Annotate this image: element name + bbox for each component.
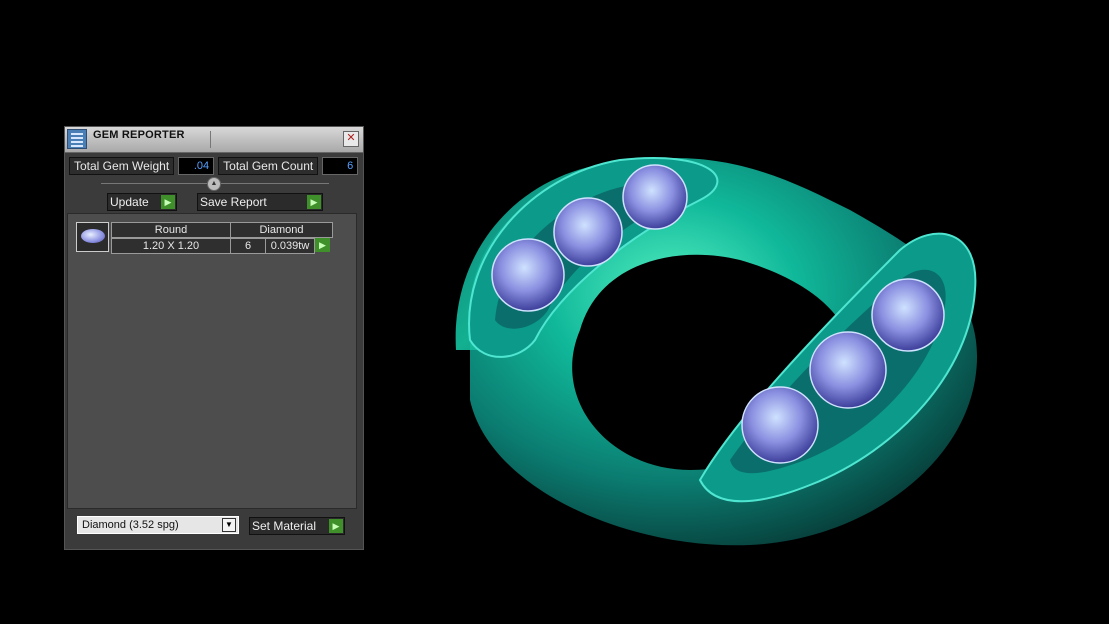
gem-reporter-panel: GEM REPORTER ✕ Total Gem Weight .04 Tota… <box>64 126 364 550</box>
gem-reporter-icon <box>67 129 87 149</box>
gem-material: Diamond <box>230 222 333 238</box>
gem-shape: Round <box>111 222 231 238</box>
chevron-down-icon[interactable]: ▼ <box>222 518 236 532</box>
titlebar[interactable]: GEM REPORTER ✕ <box>65 127 363 153</box>
save-report-button[interactable]: Save Report ▶ <box>197 193 323 211</box>
total-gem-weight-value: .04 <box>178 157 215 175</box>
close-icon[interactable]: ✕ <box>343 131 359 147</box>
set-material-button[interactable]: Set Material ▶ <box>249 517 345 535</box>
total-gem-count-label: Total Gem Count <box>218 157 319 175</box>
material-select-value: Diamond (3.52 spg) <box>82 519 179 531</box>
play-arrow-icon: ▶ <box>307 195 321 209</box>
play-arrow-icon: ▶ <box>329 519 343 533</box>
update-button[interactable]: Update ▶ <box>107 193 177 211</box>
gem-size: 1.20 X 1.20 <box>111 238 231 254</box>
collapse-knob-icon[interactable]: ▲ <box>207 177 221 191</box>
titlebar-divider <box>210 131 211 148</box>
gem-list: Round Diamond 1.20 X 1.20 6 0.039tw ▶ <box>67 213 357 509</box>
gem-row-action-icon[interactable]: ▶ <box>315 238 330 252</box>
total-gem-count-value: 6 <box>322 157 359 175</box>
window-title: GEM REPORTER <box>93 129 185 141</box>
gem-weight: 0.039tw <box>265 238 315 254</box>
material-select[interactable]: Diamond (3.52 spg) ▼ <box>77 516 239 534</box>
set-material-button-label: Set Material <box>252 519 317 533</box>
save-report-button-label: Save Report <box>200 195 267 209</box>
total-gem-weight-label: Total Gem Weight <box>69 157 175 175</box>
summary-row: Total Gem Weight .04 Total Gem Count 6 <box>69 157 359 175</box>
gem-count: 6 <box>230 238 266 254</box>
play-arrow-icon: ▶ <box>161 195 175 209</box>
update-button-label: Update <box>110 195 149 209</box>
gem-thumbnail-icon[interactable] <box>76 222 109 252</box>
ring-3d-viewport[interactable] <box>430 140 990 560</box>
